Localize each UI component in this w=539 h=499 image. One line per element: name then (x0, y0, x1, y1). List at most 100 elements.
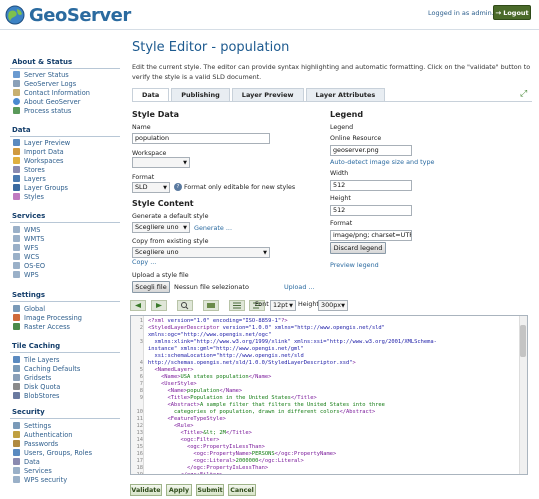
sidebar-item-authentication[interactable]: Authentication (13, 430, 72, 439)
preview-legend-link[interactable]: Preview legend (330, 261, 379, 269)
sidebar-item-label: WFS (24, 243, 39, 252)
sidebar-item-wcs[interactable]: WCS (13, 252, 39, 261)
sidebar-item-workspaces[interactable]: Workspaces (13, 156, 63, 165)
sidebar-item-layer-preview[interactable]: Layer Preview (13, 138, 70, 147)
generate-link[interactable]: Generate ... (194, 224, 232, 232)
legend-format-field[interactable]: image/png; charset=UTF-8 (330, 230, 412, 241)
width-field[interactable]: 512 (330, 180, 412, 191)
code-line: </ogc:Filter> (148, 472, 223, 475)
sidebar-item-caching-defaults[interactable]: Caching Defaults (13, 364, 80, 373)
copy-style-select[interactable]: Scegliere uno ▼ (132, 247, 270, 258)
sidebar-item-wmts[interactable]: WMTS (13, 234, 44, 243)
sidebar-item-label: Process status (24, 106, 72, 115)
sidebar-item-os-eo[interactable]: OS-EO (13, 261, 45, 270)
sidebar-item-layers[interactable]: Layers (13, 174, 46, 183)
divider (10, 222, 120, 223)
name-field[interactable]: population (132, 133, 270, 144)
autodetect-link[interactable]: Auto-detect image size and type (330, 158, 434, 166)
sidebar-item-wps[interactable]: WPS (13, 270, 39, 279)
sidebar-item-logs[interactable]: GeoServer Logs (13, 79, 76, 88)
chevron-down-icon: ▼ (183, 225, 187, 231)
discard-legend-button[interactable]: Discard legend (330, 242, 386, 254)
database-icon (13, 458, 20, 465)
process-icon (13, 107, 20, 114)
height-field[interactable]: 512 (330, 205, 412, 216)
line-number: 19 (136, 472, 144, 475)
copy-style-value: Scegliere uno (135, 248, 179, 256)
expand-icon[interactable]: ⤢ (520, 89, 530, 99)
sidebar-item-services-security[interactable]: Services (13, 466, 52, 475)
default-style-select[interactable]: Scegliere uno ▼ (132, 222, 190, 233)
app-name: GeoServer (29, 4, 131, 26)
sidebar-item-label: Passwords (24, 439, 59, 448)
editor-scrollbar[interactable] (519, 316, 527, 474)
logout-button[interactable]: → Logout (493, 5, 531, 20)
line-number: 15 (136, 444, 144, 450)
sidebar-item-security-settings[interactable]: Settings (13, 421, 51, 430)
font-size-select[interactable]: 12pt ▼ (270, 300, 296, 311)
sidebar-item-layer-groups[interactable]: Layer Groups (13, 183, 68, 192)
sidebar-item-passwords[interactable]: Passwords (13, 439, 58, 448)
sidebar-item-global[interactable]: Global (13, 304, 45, 313)
search-icon[interactable] (177, 300, 193, 311)
sidebar-item-server-status[interactable]: Server Status (13, 70, 69, 79)
goto-line-icon[interactable] (229, 300, 245, 311)
online-resource-field[interactable]: geoserver.png (330, 145, 412, 156)
tab-data[interactable]: Data (132, 88, 170, 102)
sidebar-item-wps-security[interactable]: WPS security (13, 475, 67, 484)
tab-publishing[interactable]: Publishing (171, 88, 230, 102)
sidebar-item-image-processing[interactable]: Image Processing (13, 313, 82, 322)
tab-layer-preview[interactable]: Layer Preview (231, 88, 304, 102)
cancel-button[interactable]: Cancel (228, 484, 256, 496)
copy-link[interactable]: Copy ... (132, 258, 156, 266)
redo-icon[interactable] (151, 300, 167, 311)
sidebar-item-styles[interactable]: Styles (13, 192, 44, 201)
replace-icon[interactable] (203, 300, 219, 311)
preview-icon (13, 139, 20, 146)
validate-button[interactable]: Validate (130, 484, 162, 496)
sidebar-item-wms[interactable]: WMS (13, 225, 40, 234)
apply-button[interactable]: Apply (166, 484, 192, 496)
code-line: <Abstract>A sample filter that filters t… (148, 402, 385, 408)
choose-file-button[interactable]: Scegli file (132, 281, 170, 293)
sidebar-item-raster-access[interactable]: Raster Access (13, 322, 70, 331)
code-line: xsi:schemaLocation="http://www.opengis.n… (148, 353, 304, 359)
line-number: 14 (136, 437, 144, 443)
upload-link[interactable]: Upload ... (284, 283, 315, 291)
sidebar-item-label: Server Status (24, 70, 69, 79)
undo-icon[interactable] (130, 300, 146, 311)
import-icon (13, 148, 20, 155)
sidebar-item-blobstores[interactable]: BlobStores (13, 391, 59, 400)
format-select[interactable]: SLD ▼ (132, 182, 170, 193)
editor-height-select[interactable]: 300px ▼ (318, 300, 348, 311)
sidebar-item-data-security[interactable]: Data (13, 457, 40, 466)
code-editor[interactable]: 1 2 3 4 5 6 7 8 9 10 11 12 13 14 15 16 1… (130, 315, 528, 475)
height-label: Height (330, 195, 351, 202)
page-description: Edit the current style. The editor can p… (132, 63, 531, 81)
help-icon[interactable]: ? (174, 183, 182, 191)
sidebar-item-gridsets[interactable]: Gridsets (13, 373, 51, 382)
submit-button[interactable]: Submit (196, 484, 224, 496)
editor-height-value: 300px (321, 301, 342, 309)
sidebar-item-contact[interactable]: Contact Information (13, 88, 90, 97)
scroll-thumb[interactable] (520, 325, 526, 357)
sidebar-item-process-status[interactable]: Process status (13, 106, 71, 115)
sidebar-item-about[interactable]: About GeoServer (13, 97, 80, 106)
legend-format-label: Format (330, 220, 353, 227)
tab-layer-attributes[interactable]: Layer Attributes (305, 88, 386, 102)
disk-icon (13, 383, 20, 390)
sidebar-item-label: Disk Quota (24, 382, 61, 391)
sidebar-item-wfs[interactable]: WFS (13, 243, 38, 252)
service-icon (13, 235, 20, 242)
sidebar-item-label: Styles (24, 192, 44, 201)
sidebar-item-disk-quota[interactable]: Disk Quota (13, 382, 60, 391)
sidebar-item-tile-layers[interactable]: Tile Layers (13, 355, 59, 364)
sidebar-item-import-data[interactable]: Import Data (13, 147, 64, 156)
sidebar-item-label: GeoServer Logs (24, 79, 77, 88)
sidebar-item-stores[interactable]: Stores (13, 165, 45, 174)
image-icon (13, 314, 20, 321)
sidebar-item-users-groups-roles[interactable]: Users, Groups, Roles (13, 448, 92, 457)
workspace-select[interactable]: ▼ (132, 157, 190, 168)
geoserver-logo[interactable]: GeoServer (4, 4, 131, 26)
editor-height-label: Height (298, 301, 319, 308)
